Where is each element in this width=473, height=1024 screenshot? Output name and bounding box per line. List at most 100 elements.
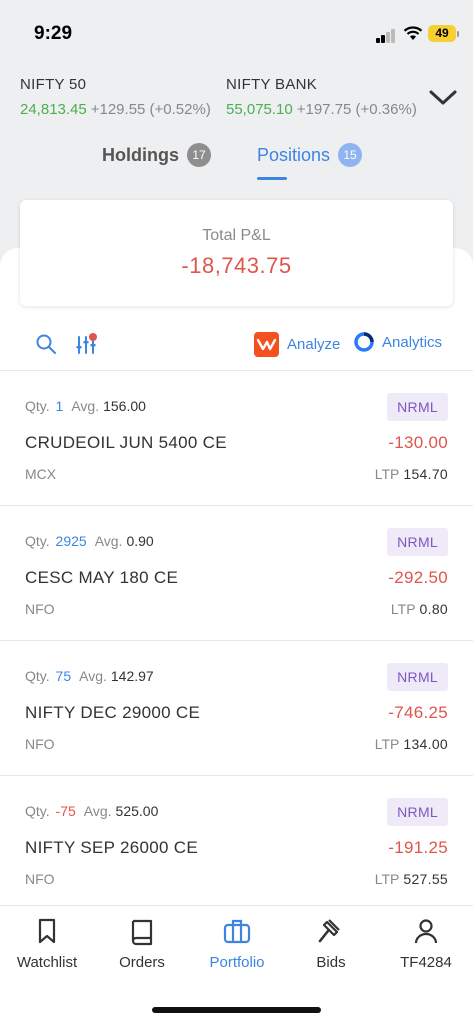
position-symbol: CESC MAY 180 CE (25, 568, 179, 587)
product-badge: NRML (387, 393, 448, 421)
total-pnl-value: -18,743.75 (181, 253, 292, 278)
avg-value: 525.00 (115, 803, 159, 819)
avg-label: Avg. (83, 803, 112, 819)
nav-label: Watchlist (16, 954, 78, 971)
avg-value: 142.97 (110, 668, 154, 684)
index-price: 55,075.10 (226, 101, 293, 118)
avg-label: Avg. (79, 668, 107, 684)
nav-orders[interactable]: Orders (95, 916, 189, 971)
count-badge: 15 (338, 143, 363, 167)
nav-bids[interactable]: Bids (284, 916, 378, 971)
qty-label: Qty. (25, 533, 50, 549)
analytics-button[interactable]: Analytics (354, 332, 442, 352)
index-nifty-50[interactable]: NIFTY 50 24,813.45 +129.55 (+0.52%) (20, 76, 220, 118)
status-bar: 9:29 49 (0, 0, 473, 64)
ltp-label: LTP (390, 601, 416, 617)
avg-label: Avg. (71, 398, 100, 414)
briefcase-icon (223, 919, 251, 944)
position-row[interactable]: Qty. -75 Avg. 525.00 NRML NIFTY SEP 26000 … (0, 776, 473, 910)
position-ltp: LTP 527.55 (375, 871, 448, 887)
cellular-signal-icon (376, 27, 396, 43)
qty-label: Qty. (25, 803, 50, 819)
position-row[interactable]: Qty. 1 Avg. 156.00 NRML CRUDEOIL JUN 5400 … (0, 371, 473, 505)
tab-holdings[interactable]: Holdings 17 (102, 143, 211, 167)
positions-toolbar: Analyze Analytics (0, 328, 473, 368)
qty-label: Qty. (25, 398, 50, 414)
position-symbol: NIFTY SEP 26000 CE (25, 838, 198, 857)
product-badge: NRML (387, 798, 448, 826)
position-ltp: LTP 134.00 (375, 736, 448, 752)
position-ltp: LTP 154.70 (375, 466, 448, 482)
ltp-value: 0.80 (419, 601, 448, 617)
index-name: NIFTY 50 (20, 76, 87, 93)
position-row[interactable]: Qty. 75 Avg. 142.97 NRML NIFTY DEC 29000 C… (0, 641, 473, 775)
search-icon[interactable] (35, 333, 57, 355)
count-badge: 17 (187, 143, 211, 167)
tab-label: Positions (257, 144, 331, 165)
active-tab-indicator (257, 177, 287, 180)
avg-value: 156.00 (103, 398, 146, 414)
qty-value: 2925 (55, 533, 87, 549)
position-pnl: -746.25 (388, 703, 448, 722)
nav-label: Orders (119, 954, 165, 971)
position-pnl: -130.00 (388, 433, 448, 452)
nav-label: Portfolio (209, 954, 265, 971)
qty-value: 1 (55, 398, 64, 414)
analytics-logo-icon (354, 332, 374, 352)
index-name: NIFTY BANK (226, 76, 318, 93)
qty-value: 75 (55, 668, 72, 684)
ltp-value: 527.55 (403, 871, 448, 887)
position-exchange: NFO (25, 601, 55, 617)
avg-value: 0.90 (126, 533, 154, 549)
status-time: 9:29 (34, 23, 73, 44)
analytics-label: Analytics (382, 333, 443, 351)
index-change: +129.55 (+0.52%) (90, 101, 211, 118)
ltp-value: 134.00 (403, 736, 448, 752)
index-price: 24,813.45 (20, 101, 87, 118)
product-badge: NRML (387, 528, 448, 556)
position-qty-avg: Qty. 2925 Avg. 0.90 (25, 533, 154, 549)
book-icon (131, 919, 153, 946)
ltp-label: LTP (374, 466, 400, 482)
analyze-logo-icon (254, 332, 279, 357)
chevron-down-icon[interactable] (428, 88, 458, 108)
qty-label: Qty. (25, 668, 50, 684)
total-pnl-card: Total P&L -18,743.75 (20, 200, 453, 306)
qty-value: -75 (55, 803, 76, 819)
nav-label: TF4284 (400, 954, 452, 971)
position-qty-avg: Qty. 1 Avg. 156.00 (25, 398, 146, 414)
analyze-label: Analyze (287, 336, 341, 353)
tab-label: Holdings (102, 144, 179, 165)
position-exchange: MCX (25, 466, 57, 482)
position-pnl: -191.25 (388, 838, 448, 857)
battery-indicator: 49 (428, 25, 456, 42)
home-indicator (152, 1007, 321, 1013)
nav-portfolio[interactable]: Portfolio (190, 916, 284, 971)
battery-cap (457, 31, 459, 37)
gavel-icon (318, 919, 340, 943)
position-qty-avg: Qty. 75 Avg. 142.97 (25, 668, 154, 684)
bookmark-icon (38, 918, 56, 944)
nav-watchlist[interactable]: Watchlist (0, 916, 94, 971)
position-exchange: NFO (25, 736, 55, 752)
position-ltp: LTP 0.80 (391, 601, 448, 617)
product-badge: NRML (387, 663, 448, 691)
ltp-value: 154.70 (403, 466, 448, 482)
wifi-icon (403, 26, 423, 40)
ltp-label: LTP (374, 871, 400, 887)
position-symbol: CRUDEOIL JUN 5400 CE (25, 433, 227, 452)
position-exchange: NFO (25, 871, 55, 887)
avg-label: Avg. (94, 533, 123, 549)
ltp-label: LTP (374, 736, 400, 752)
position-pnl: -292.50 (388, 568, 448, 587)
position-row[interactable]: Qty. 2925 Avg. 0.90 NRML CESC MAY 180 CE -… (0, 506, 473, 640)
position-symbol: NIFTY DEC 29000 CE (25, 703, 201, 722)
nav-profile[interactable]: TF4284 (379, 916, 473, 971)
nav-label: Bids (316, 954, 346, 971)
index-nifty-bank[interactable]: NIFTY BANK 55,075.10 +197.75 (+0.36%) (226, 76, 418, 118)
filter-icon[interactable] (74, 331, 100, 357)
total-pnl-label: Total P&L (202, 227, 271, 244)
index-change: +197.75 (+0.36%) (296, 101, 417, 118)
analyze-button[interactable]: Analyze (254, 332, 340, 357)
tab-positions[interactable]: Positions 15 (257, 143, 363, 167)
